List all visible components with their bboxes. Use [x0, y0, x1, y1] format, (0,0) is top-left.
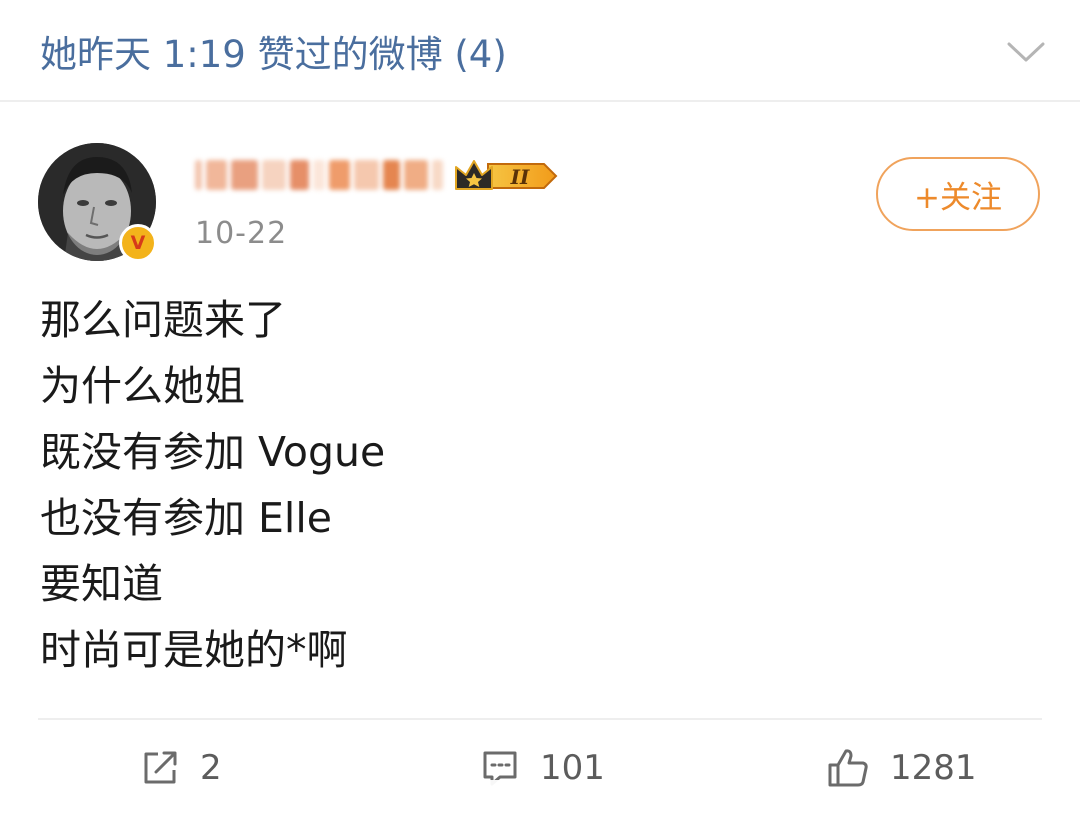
like-button[interactable]: 1281 — [826, 745, 977, 791]
verified-v-icon: V — [119, 224, 157, 262]
post-body: 那么问题来了 为什么她姐 既没有参加 Vogue 也没有参加 Elle 要知道 … — [40, 287, 1040, 683]
post-line: 那么问题来了 — [40, 296, 286, 344]
level-badge-text: II — [510, 165, 530, 189]
post-line: 要知道 — [40, 560, 163, 608]
header-title: 她昨天 1:19 赞过的微博 (4) — [40, 33, 507, 76]
like-count: 1281 — [890, 748, 977, 788]
post-line: 也没有参加 Elle — [40, 494, 332, 542]
crown-level-icon[interactable]: II — [452, 155, 560, 197]
watermark-overlay — [418, 780, 658, 808]
repost-button[interactable]: 2 — [140, 745, 222, 791]
post-line: 为什么她姐 — [40, 362, 245, 410]
follow-button[interactable]: +关注 — [876, 157, 1040, 231]
username-blurred[interactable] — [195, 152, 443, 198]
post-line: 既没有参加 Vogue — [40, 428, 386, 476]
post-line: 时尚可是她的*啊 — [40, 626, 348, 674]
chevron-down-icon[interactable] — [1003, 32, 1049, 72]
divider — [38, 718, 1042, 720]
liked-posts-header[interactable]: 她昨天 1:19 赞过的微博 (4) — [0, 0, 1080, 102]
share-icon — [144, 751, 177, 784]
weibo-liked-post-page: 她昨天 1:19 赞过的微博 (4) V II 10-22 +关注 那么问题来了… — [0, 0, 1080, 817]
verified-letter: V — [130, 231, 146, 254]
post-date: 10-22 — [195, 216, 288, 251]
repost-count: 2 — [200, 748, 222, 788]
thumbs-up-icon — [828, 749, 868, 787]
